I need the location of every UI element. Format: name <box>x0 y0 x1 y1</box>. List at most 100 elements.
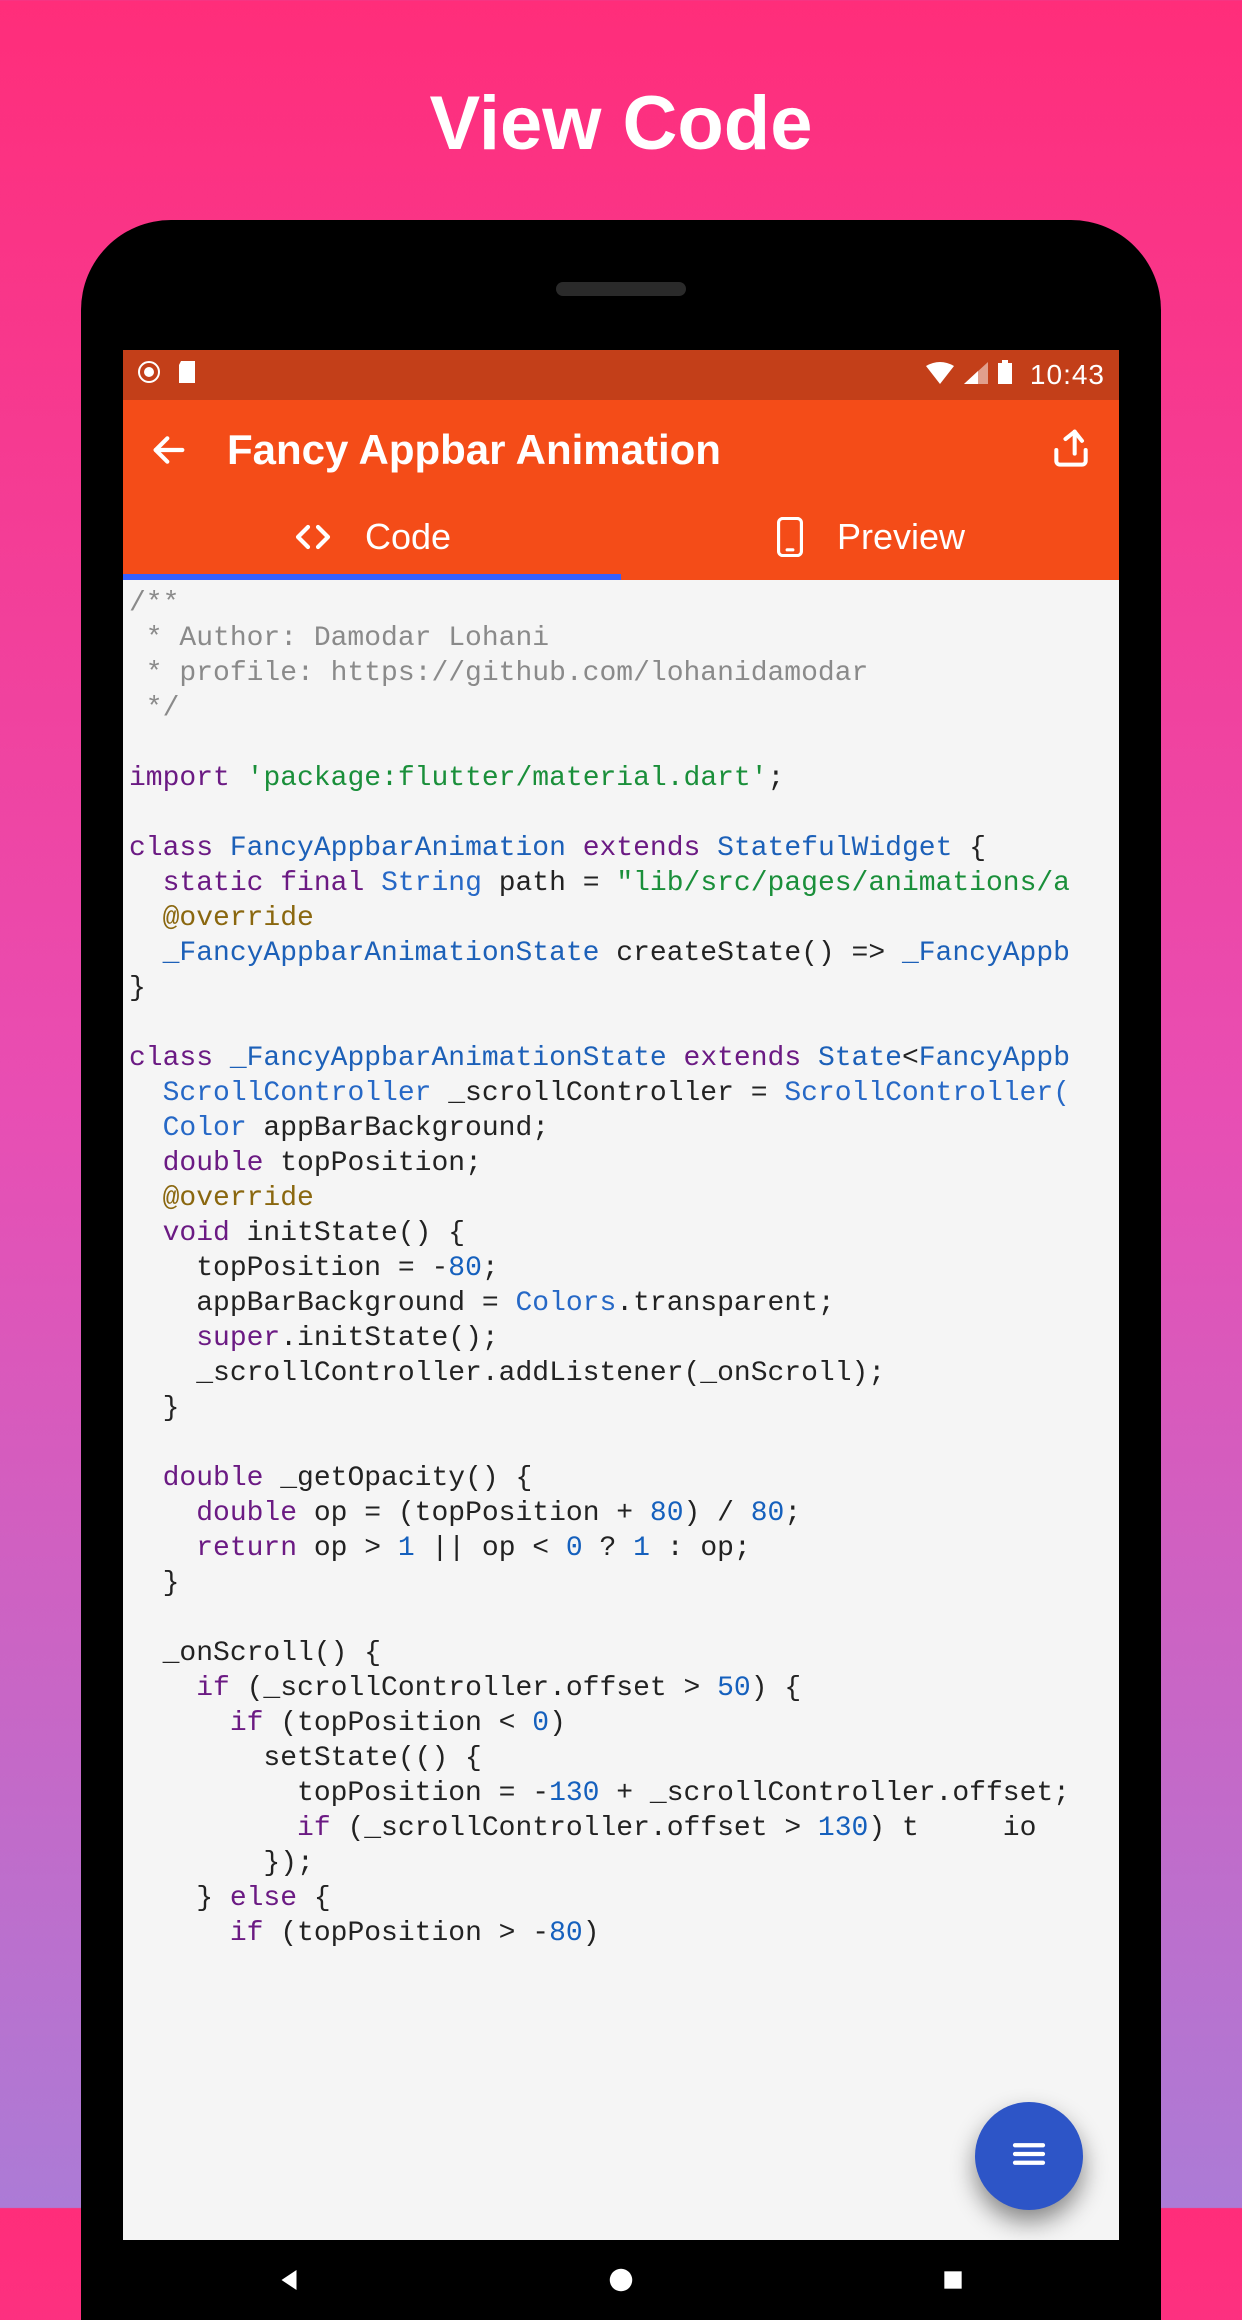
tok: if <box>297 1813 331 1844</box>
nav-back[interactable] <box>269 2260 309 2300</box>
tok: @override <box>163 1183 314 1214</box>
tok: ) t io <box>868 1813 1036 1844</box>
tok: _onScroll() { <box>129 1638 381 1669</box>
tab-bar: Code Preview <box>123 500 1119 580</box>
tok: ; <box>784 1498 801 1529</box>
code-comment: /** * Author: Damodar Lohani * profile: … <box>129 588 868 724</box>
tok: _scrollController = <box>431 1078 784 1109</box>
tab-preview-label: Preview <box>837 516 965 558</box>
tok: 130 <box>818 1813 868 1844</box>
back-button[interactable] <box>147 428 191 472</box>
tok: StatefulWidget <box>717 833 952 864</box>
tok: if <box>196 1673 230 1704</box>
tok: ? <box>583 1533 633 1564</box>
tok: 80 <box>448 1253 482 1284</box>
tok: _FancyAppbarAnimationState <box>230 1043 667 1074</box>
tok: void <box>163 1218 230 1249</box>
page-title: View Code <box>0 0 1242 167</box>
menu-icon <box>1008 2133 1050 2180</box>
tok: 1 <box>398 1533 415 1564</box>
tok: "lib/src/pages/animations/a <box>616 868 1070 899</box>
tok: class <box>129 1043 213 1074</box>
tok: double <box>163 1148 264 1179</box>
signal-icon <box>964 359 988 391</box>
status-time: 10:43 <box>1030 359 1105 391</box>
tok: 50 <box>717 1673 751 1704</box>
tok: { <box>297 1883 331 1914</box>
tok: _scrollController.addListener(_onScroll)… <box>129 1358 885 1389</box>
tok: ScrollController( <box>784 1078 1070 1109</box>
tok: 80 <box>549 1918 583 1949</box>
tok: appBarBackground; <box>247 1113 549 1144</box>
tab-code-label: Code <box>365 516 451 558</box>
tok: ; <box>482 1253 499 1284</box>
share-button[interactable] <box>1047 426 1095 474</box>
code-viewer[interactable]: /** * Author: Damodar Lohani * profile: … <box>123 580 1119 2240</box>
tok: return <box>196 1533 297 1564</box>
tok: @override <box>163 903 314 934</box>
tok: 1 <box>633 1533 650 1564</box>
tok: FancyAppbarAnimation <box>230 833 566 864</box>
tab-code[interactable]: Code <box>123 500 621 580</box>
tok: topPosition = - <box>129 1778 549 1809</box>
tok: initState() { <box>230 1218 465 1249</box>
menu-fab[interactable] <box>975 2102 1083 2210</box>
tok: Color <box>163 1113 247 1144</box>
tok: .transparent; <box>616 1288 834 1319</box>
tok: } <box>129 1883 230 1914</box>
wifi-icon <box>926 359 954 391</box>
phone-screen: 10:43 Fancy Appbar Animation <box>123 350 1119 2320</box>
nav-home[interactable] <box>601 2260 641 2300</box>
tok: path = <box>482 868 616 899</box>
tok: (topPosition > - <box>263 1918 549 1949</box>
battery-icon <box>998 359 1012 391</box>
tok: topPosition; <box>263 1148 481 1179</box>
tok: .initState(); <box>280 1323 498 1354</box>
sd-card-icon <box>177 359 199 392</box>
tok: if <box>230 1708 264 1739</box>
tok: _FancyAppbarAnimationState <box>163 938 600 969</box>
tok: < <box>902 1043 919 1074</box>
tok: 0 <box>532 1708 549 1739</box>
tok: ) <box>583 1918 600 1949</box>
tok: import <box>129 763 230 794</box>
tok: (_scrollController.offset > <box>331 1813 818 1844</box>
tok: else <box>230 1883 297 1914</box>
tok: FancyAppb <box>919 1043 1070 1074</box>
android-nav-bar <box>123 2240 1119 2320</box>
tok: State <box>818 1043 902 1074</box>
tok: extends <box>583 833 701 864</box>
tok: super <box>196 1323 280 1354</box>
tok: : op; <box>650 1533 751 1564</box>
tok: ) { <box>751 1673 801 1704</box>
nav-recent[interactable] <box>933 2260 973 2300</box>
phone-icon <box>775 517 805 557</box>
code-icon <box>293 517 333 557</box>
tok: } <box>129 1393 179 1424</box>
tok: _getOpacity() { <box>263 1463 532 1494</box>
tok: op > <box>297 1533 398 1564</box>
tok: if <box>230 1918 264 1949</box>
tok: 0 <box>566 1533 583 1564</box>
tok: ) <box>549 1708 566 1739</box>
tok: ) / <box>684 1498 751 1529</box>
tok: setState(() { <box>129 1743 482 1774</box>
tok: Colors <box>515 1288 616 1319</box>
android-status-bar: 10:43 <box>123 350 1119 400</box>
tok: (topPosition < <box>263 1708 532 1739</box>
tok: extends <box>684 1043 802 1074</box>
tok: 80 <box>751 1498 785 1529</box>
phone-frame: 10:43 Fancy Appbar Animation <box>81 220 1161 2320</box>
tok: double <box>163 1463 264 1494</box>
tab-preview[interactable]: Preview <box>621 500 1119 580</box>
tok: appBarBackground = <box>129 1288 515 1319</box>
tok: static final <box>163 868 365 899</box>
tok: } <box>129 1568 179 1599</box>
app-bar: Fancy Appbar Animation Code <box>123 400 1119 580</box>
tok: op = (topPosition + <box>297 1498 650 1529</box>
tok: (_scrollController.offset > <box>230 1673 717 1704</box>
tok: _FancyAppb <box>902 938 1070 969</box>
tok: ScrollController <box>163 1078 432 1109</box>
tok: + _scrollController.offset; <box>600 1778 1070 1809</box>
tok: topPosition = - <box>129 1253 448 1284</box>
